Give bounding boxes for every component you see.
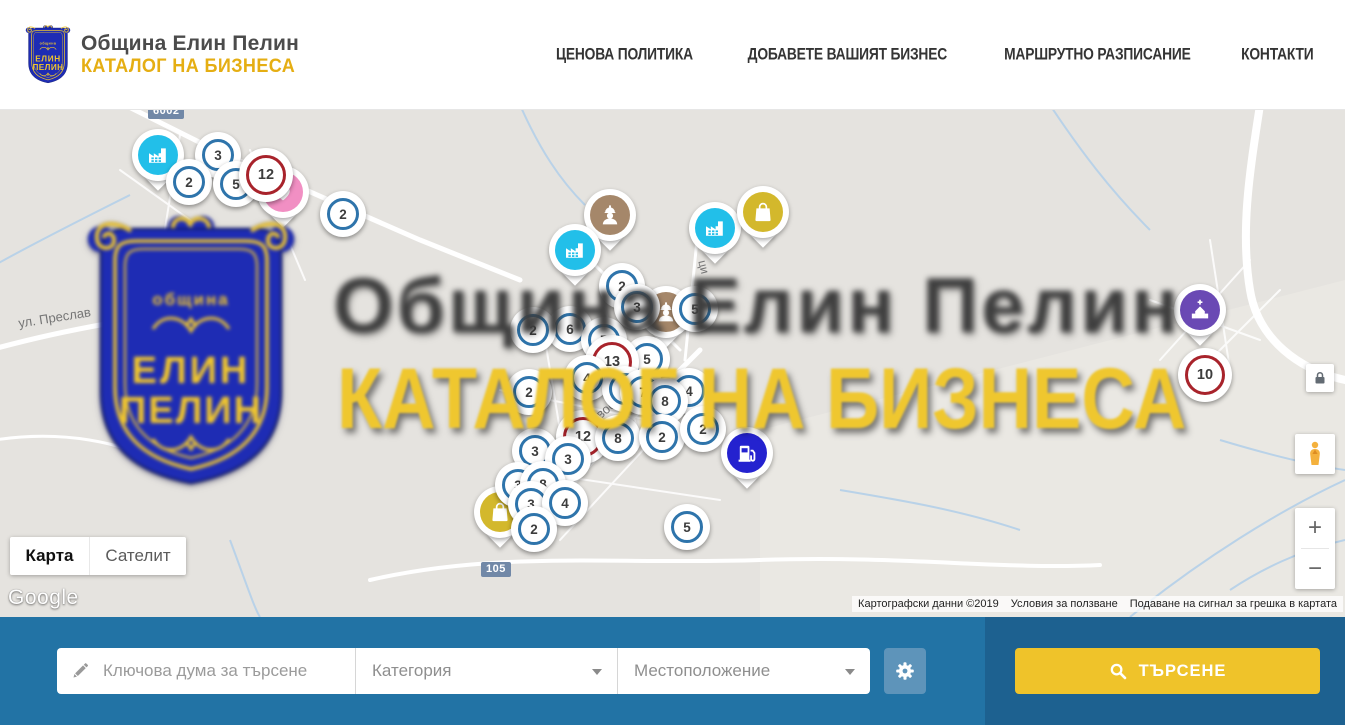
map-type-map-button[interactable]: Карта xyxy=(10,537,90,575)
nav-add-your-business[interactable]: ДОБАВЕТЕ ВАШИЯТ БИЗНЕС xyxy=(748,45,947,63)
main-nav: ЦЕНОВА ПОЛИТИКА ДОБАВЕТЕ ВАШИЯТ БИЗНЕС М… xyxy=(550,46,1317,63)
svg-text:община: община xyxy=(40,41,57,45)
cluster-marker[interactable]: 5 xyxy=(664,504,710,550)
gear-icon xyxy=(894,660,916,682)
zoom-in-button[interactable]: + xyxy=(1295,508,1335,548)
cluster-marker[interactable]: 10 xyxy=(1178,348,1232,402)
category-select-value: Категория xyxy=(372,661,451,681)
map-attribution: Картографски данни ©2019 Условия за полз… xyxy=(852,596,1343,612)
cluster-marker[interactable]: 2 xyxy=(510,307,556,353)
google-logo[interactable]: Google xyxy=(8,586,79,610)
site-logo[interactable]: община ЕЛИН ПЕЛИН Община Елин Пелин КАТА… xyxy=(25,25,306,85)
church-icon xyxy=(1188,298,1212,322)
road-badge-105: 105 xyxy=(481,562,511,577)
pin-church[interactable] xyxy=(1174,284,1226,336)
cluster-marker[interactable]: 2 xyxy=(320,191,366,237)
shopping-bag-icon xyxy=(751,200,775,224)
factory-icon xyxy=(563,238,587,262)
nav-route-schedule[interactable]: МАРШРУТНО РАЗПИСАНИЕ xyxy=(1004,45,1191,63)
map-type-satellite-button[interactable]: Сателит xyxy=(90,537,186,575)
lock-button[interactable] xyxy=(1306,364,1334,392)
search-panel: Категория Местоположение ТЪРСЕНЕ xyxy=(0,617,1345,725)
location-select[interactable]: Местоположение xyxy=(618,648,870,694)
svg-text:ПЕЛИН: ПЕЛИН xyxy=(32,62,63,71)
pegman-icon xyxy=(1305,441,1325,467)
cluster-marker[interactable]: 2 xyxy=(506,369,552,415)
cluster-marker[interactable]: 12 xyxy=(239,148,293,202)
search-form: Категория Местоположение xyxy=(57,648,870,694)
street-view-pegman-button[interactable] xyxy=(1295,434,1335,474)
category-select[interactable]: Категория xyxy=(356,648,617,694)
search-submit-button[interactable]: ТЪРСЕНЕ xyxy=(1015,648,1320,694)
site-title: Община Елин Пелин xyxy=(81,32,306,56)
attribution-copyright: Картографски данни ©2019 xyxy=(852,596,1005,612)
site-header: община ЕЛИН ПЕЛИН Община Елин Пелин КАТА… xyxy=(0,0,1345,110)
pin-factory[interactable] xyxy=(549,224,601,276)
zoom-control: + − xyxy=(1295,508,1335,589)
pin-shopping[interactable] xyxy=(737,186,789,238)
attribution-report-link[interactable]: Подаване на сигнал за грешка в картата xyxy=(1124,596,1343,612)
cluster-marker[interactable]: 8 xyxy=(595,415,641,461)
advanced-search-button[interactable] xyxy=(884,648,926,694)
factory-icon xyxy=(703,216,727,240)
cluster-marker[interactable]: 2 xyxy=(639,414,685,460)
search-submit-label: ТЪРСЕНЕ xyxy=(1139,662,1227,681)
search-keyword-input[interactable] xyxy=(103,648,355,694)
cluster-marker[interactable]: 2 xyxy=(511,506,557,552)
location-select-value: Местоположение xyxy=(634,661,770,681)
cluster-marker[interactable]: 3 xyxy=(614,284,660,330)
chevron-down-icon xyxy=(845,669,855,675)
pencil-icon xyxy=(57,648,103,694)
zoom-out-button[interactable]: − xyxy=(1295,549,1335,589)
search-icon xyxy=(1109,662,1128,681)
construction-worker-icon xyxy=(598,203,622,227)
site-subtitle: КАТАЛОГ НА БИЗНЕСА xyxy=(81,56,295,78)
map-type-control: Карта Сателит xyxy=(10,537,186,575)
nav-contacts[interactable]: КОНТАКТИ xyxy=(1242,45,1314,63)
fuel-station-icon xyxy=(735,441,759,465)
road-badge-6002: 6002 xyxy=(148,110,184,119)
cluster-marker[interactable]: 2 xyxy=(166,159,212,205)
chevron-down-icon xyxy=(592,669,602,675)
cluster-marker[interactable]: 2 xyxy=(680,406,726,452)
pin-fuel[interactable] xyxy=(721,427,773,479)
svg-text:ЕЛИН: ЕЛИН xyxy=(35,54,61,63)
lock-icon xyxy=(1313,371,1327,385)
map-canvas[interactable]: 6002 105 ул. Преслав бул. „Новосел ци 3 … xyxy=(0,110,1345,617)
factory-icon xyxy=(146,143,170,167)
municipality-crest-logo: община ЕЛИН ПЕЛИН xyxy=(25,25,71,85)
cluster-marker[interactable]: 5 xyxy=(672,286,718,332)
nav-pricing-policy[interactable]: ЦЕНОВА ПОЛИТИКА xyxy=(556,45,693,63)
attribution-terms-link[interactable]: Условия за ползване xyxy=(1005,596,1124,612)
pin-factory[interactable] xyxy=(689,202,741,254)
